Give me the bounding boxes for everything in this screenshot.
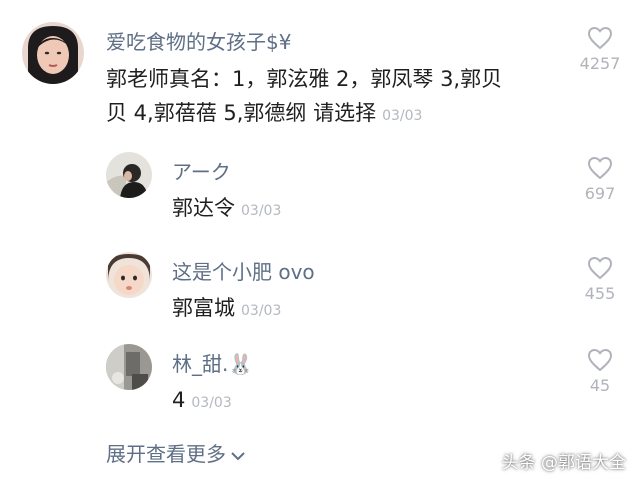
like-count: 697 <box>584 184 616 203</box>
reply-avatar[interactable] <box>106 344 152 390</box>
child-face-avatar-icon <box>106 252 152 298</box>
watermark: 头条 @郭语大全 <box>501 453 626 473</box>
reply-date: 03/03 <box>241 303 282 319</box>
comment-text-line: 贝 4,郭蓓蓓 5,郭德纲 请选择 03/03 <box>106 96 566 133</box>
reply-username[interactable]: 林_甜.🐰 <box>172 348 253 377</box>
reply-text-content: 郭富城 <box>172 296 235 320</box>
reply-avatar[interactable] <box>106 152 152 198</box>
comment-text-content: 贝 4,郭蓓蓓 5,郭德纲 请选择 <box>106 101 377 125</box>
like-button[interactable]: 697 <box>570 156 630 203</box>
reply-text-content: 4 <box>172 388 186 412</box>
reply-avatar[interactable] <box>106 252 152 298</box>
reply-username[interactable]: 这是个小肥 ovo <box>172 256 315 285</box>
expand-more-label: 展开查看更多 <box>106 442 226 466</box>
heart-icon <box>587 256 613 280</box>
reply-text-content: 郭达令 <box>172 196 235 220</box>
like-button[interactable]: 4257 <box>570 26 630 73</box>
reply-date: 03/03 <box>241 203 282 219</box>
chevron-down-icon <box>231 451 245 460</box>
comment-text: 郭老师真名：1，郭泫雅 2，郭凤琴 3,郭贝 贝 4,郭蓓蓓 5,郭德纲 请选择… <box>106 62 566 133</box>
heart-icon <box>587 156 613 180</box>
commenter-username[interactable]: 爱吃食物的女孩子$¥ <box>106 26 291 55</box>
like-button[interactable]: 455 <box>570 256 630 303</box>
commenter-avatar[interactable] <box>22 22 84 84</box>
like-count: 45 <box>589 376 611 395</box>
woman-face-avatar-icon <box>22 22 84 84</box>
like-count: 455 <box>584 284 616 303</box>
room-photo-avatar-icon <box>106 344 152 390</box>
like-count: 4257 <box>579 54 621 73</box>
heart-icon <box>587 348 613 372</box>
comment-text-line: 郭老师真名：1，郭泫雅 2，郭凤琴 3,郭贝 <box>106 67 503 91</box>
reply-username[interactable]: アーク <box>172 156 231 185</box>
comment-date: 03/03 <box>382 108 423 124</box>
reply-text: 4 03/03 <box>172 383 232 420</box>
reply-date: 03/03 <box>191 395 232 411</box>
heart-icon <box>587 26 613 50</box>
reply-text: 郭富城 03/03 <box>172 291 281 328</box>
reply-text: 郭达令 03/03 <box>172 191 281 228</box>
expand-more-button[interactable]: 展开查看更多 <box>106 438 246 467</box>
person-avatar-icon <box>106 152 152 198</box>
like-button[interactable]: 45 <box>570 348 630 395</box>
